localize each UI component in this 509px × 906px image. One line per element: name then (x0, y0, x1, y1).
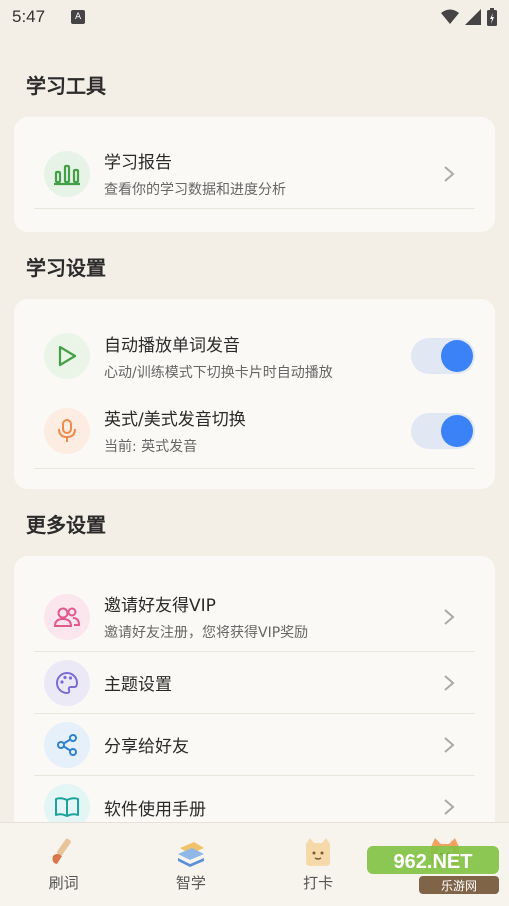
wifi-icon (441, 9, 459, 24)
theme-title: 主题设置 (104, 675, 172, 695)
chevron-right-icon (437, 733, 461, 757)
report-row[interactable]: 学习报告 查看你的学习数据和进度分析 (34, 139, 475, 209)
manual-text: 软件使用手册 (104, 795, 437, 820)
share-title: 分享给好友 (104, 737, 189, 757)
share-icon (44, 721, 90, 768)
chevron-right-icon (437, 795, 461, 819)
autoplay-title: 自动播放单词发音 (104, 335, 240, 356)
report-subtitle: 查看你的学习数据和进度分析 (104, 182, 286, 198)
theme-row[interactable]: 主题设置 (34, 652, 475, 714)
battery-icon (487, 8, 497, 26)
palette-icon (44, 659, 90, 706)
tab-shuaci[interactable]: 刷词 (0, 823, 127, 906)
tab-zhixue[interactable]: 智学 (127, 823, 254, 906)
cat-calendar-icon (306, 838, 331, 866)
autoplay-toggle[interactable] (411, 338, 475, 374)
toggle-knob (441, 340, 473, 372)
watermark-subtext: 乐游网 (441, 879, 477, 893)
report-text: 学习报告 查看你的学习数据和进度分析 (104, 148, 437, 199)
invite-subtitle: 邀请好友注册，您将获得VIP奖励 (104, 625, 309, 641)
settings-card: 自动播放单词发音 心动/训练模式下切换卡片时自动播放 英式/美式发音切换 当前:… (14, 299, 495, 489)
chevron-right-icon (437, 671, 461, 695)
autoplay-text: 自动播放单词发音 心动/训练模式下切换卡片时自动播放 (104, 331, 411, 382)
status-icons (441, 8, 497, 26)
microphone-icon (44, 407, 90, 454)
bar-chart-icon (44, 150, 90, 197)
autoplay-subtitle: 心动/训练模式下切换卡片时自动播放 (104, 364, 333, 381)
toggle-knob (441, 414, 473, 447)
share-text: 分享给好友 (104, 732, 437, 757)
more-card: 邀请好友得VIP 邀请好友注册，您将获得VIP奖励 主题设置 分享给好友 软件使… (14, 556, 495, 846)
section-title-more: 更多设置 (26, 513, 106, 537)
section-title-settings: 学习设置 (26, 256, 106, 280)
accent-toggle[interactable] (411, 412, 475, 449)
theme-text: 主题设置 (104, 670, 437, 695)
invite-text: 邀请好友得VIP 邀请好友注册，您将获得VIP奖励 (104, 591, 437, 642)
manual-title: 软件使用手册 (104, 799, 206, 820)
autoplay-row: 自动播放单词发音 心动/训练模式下切换卡片时自动播放 (34, 319, 475, 393)
invite-title: 邀请好友得VIP (104, 596, 216, 616)
share-row[interactable]: 分享给好友 (34, 714, 475, 776)
accent-text: 英式/美式发音切换 当前: 英式发音 (104, 405, 411, 456)
tab-label: 打卡 (303, 874, 334, 892)
notification-icon: A (71, 10, 86, 24)
accent-row: 英式/美式发音切换 当前: 英式发音 (34, 393, 475, 469)
users-icon (44, 593, 90, 640)
report-title: 学习报告 (104, 153, 172, 173)
watermark-text: 962.NET (394, 851, 473, 873)
tools-card: 学习报告 查看你的学习数据和进度分析 (14, 117, 495, 232)
chevron-right-icon (437, 162, 461, 186)
brush-icon (52, 838, 71, 864)
section-title-tools: 学习工具 (26, 74, 106, 98)
chevron-right-icon (437, 605, 461, 629)
accent-subtitle: 当前: 英式发音 (104, 439, 198, 455)
tab-label: 智学 (175, 874, 206, 892)
status-time: 5:47 (12, 7, 46, 26)
play-icon (44, 333, 90, 379)
accent-title: 英式/美式发音切换 (104, 410, 246, 430)
status-bar: 5:47 A (0, 0, 509, 34)
invite-row[interactable]: 邀请好友得VIP 邀请好友注册，您将获得VIP奖励 (34, 582, 475, 652)
tab-label: 刷词 (48, 874, 79, 892)
watermark-logo: 962.NET 乐游网 (363, 842, 503, 898)
signal-icon (465, 9, 481, 25)
books-icon (177, 842, 204, 867)
